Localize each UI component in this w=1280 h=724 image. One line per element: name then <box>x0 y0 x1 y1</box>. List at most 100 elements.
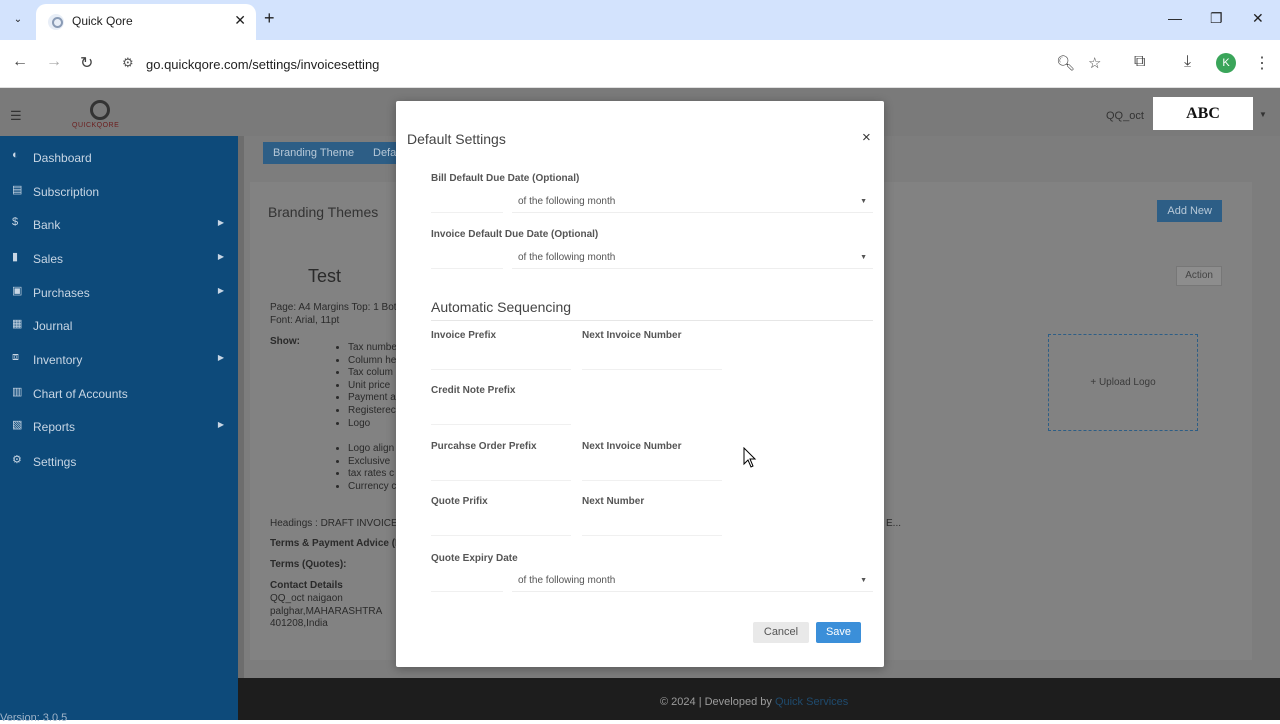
back-icon[interactable]: ← <box>12 53 28 71</box>
sidebar-item-label: Inventory <box>33 353 83 367</box>
po-next-input[interactable] <box>582 459 722 481</box>
company-dropdown-icon[interactable]: ▼ <box>1259 110 1267 119</box>
select-value: of the following month <box>518 575 616 586</box>
invoice-prefix-input[interactable] <box>431 348 571 370</box>
sidebar-item-label: Dashboard <box>33 151 92 165</box>
cancel-button[interactable]: Cancel <box>753 622 809 643</box>
site-favicon-icon <box>48 14 64 30</box>
sidebar-item-dashboard[interactable]: ◐ Dashboard <box>12 149 232 169</box>
upload-logo-area[interactable]: + Upload Logo <box>1048 334 1198 431</box>
footer: © 2024 | Developed by Quick Services <box>238 678 1280 720</box>
contact-line: palghar,MAHARASHTRA <box>270 606 383 617</box>
list-item: Unit price <box>348 380 397 393</box>
bar-chart-icon: ▮ <box>12 251 19 263</box>
inventory-icon: ⧈ <box>12 351 19 363</box>
quote-expiry-select[interactable]: of the following month ▼ <box>512 570 873 592</box>
show-list: Tax numbe Column he Tax colum Unit price… <box>338 342 397 430</box>
bill-due-select[interactable]: of the following month ▼ <box>512 191 873 213</box>
add-new-button[interactable]: Add New <box>1157 200 1222 222</box>
invoice-due-day-input[interactable] <box>431 247 503 269</box>
section-title: Automatic Sequencing <box>431 299 572 315</box>
list-item: Payment a <box>348 392 397 405</box>
user-name[interactable]: QQ_oct <box>1106 110 1144 122</box>
show-label: Show: <box>270 336 300 347</box>
font-settings-text: Font: Arial, 11pt <box>270 315 340 326</box>
extensions-icon[interactable]: ⧉ <box>1134 53 1145 71</box>
terms-payment-text: Terms & Payment Advice (I <box>270 538 398 549</box>
save-button[interactable]: Save <box>816 622 861 643</box>
dollar-icon: $ <box>12 216 19 228</box>
sidebar-item-settings[interactable]: ⚙ Settings <box>12 453 232 473</box>
url-field[interactable]: ⚙ go.quickqore.com/settings/invoicesetti… <box>112 46 1124 82</box>
new-tab-icon[interactable]: + <box>264 8 275 29</box>
browser-menu-icon[interactable]: ⋮ <box>1254 53 1270 73</box>
headings-tail-text: E... <box>886 518 902 529</box>
chevron-right-icon: ▶ <box>217 218 224 227</box>
minimize-icon[interactable]: — <box>1168 10 1182 26</box>
headings-text: Headings : DRAFT INVOICE, <box>270 518 401 529</box>
accounts-icon: ▥ <box>12 386 23 398</box>
tab-search-icon[interactable]: ⌄ <box>8 10 28 30</box>
quote-prefix-input[interactable] <box>431 514 571 536</box>
invoice-due-select[interactable]: of the following month ▼ <box>512 247 873 269</box>
list-item: Registerec <box>348 405 397 418</box>
sidebar-item-label: Purchases <box>33 286 90 300</box>
zoom-icon[interactable]: 🔍︎ <box>1056 54 1075 72</box>
quote-next-input[interactable] <box>582 514 722 536</box>
footer-copyright: © 2024 | Developed by <box>660 696 772 708</box>
sidebar-item-reports[interactable]: ▧ Reports ▶ <box>12 418 232 438</box>
download-icon[interactable]: ⤓ <box>1184 53 1191 71</box>
quote-prefix-label: Quote Prifix <box>431 496 488 507</box>
url-text[interactable]: go.quickqore.com/settings/invoicesetting <box>146 57 379 72</box>
bill-due-day-input[interactable] <box>431 191 503 213</box>
footer-link[interactable]: Quick Services <box>775 696 848 708</box>
site-info-icon[interactable]: ⚙ <box>122 55 134 71</box>
chevron-down-icon: ▼ <box>860 254 867 261</box>
gear-icon: ⚙ <box>12 454 22 466</box>
browser-tab-bar: ⌄ Quick Qore ✕ + — ❐ ✕ <box>0 0 1280 40</box>
tab-branding-theme[interactable]: Branding Theme <box>263 142 365 164</box>
chevron-right-icon: ▶ <box>217 353 224 362</box>
sidebar-item-subscription[interactable]: ▤ Subscription <box>12 183 232 203</box>
sidebar-item-purchases[interactable]: ▣ Purchases ▶ <box>12 284 232 304</box>
sidebar-item-bank[interactable]: $ Bank ▶ <box>12 216 232 236</box>
next-invoice-label: Next Invoice Number <box>582 330 682 341</box>
window-close-icon[interactable]: ✕ <box>1252 10 1264 27</box>
list-item: Tax colum <box>348 367 397 380</box>
sidebar-item-chart-of-accounts[interactable]: ▥ Chart of Accounts <box>12 385 232 405</box>
chevron-right-icon: ▶ <box>217 252 224 261</box>
company-badge[interactable]: ABC <box>1153 97 1253 130</box>
restore-icon[interactable]: ❐ <box>1210 10 1223 27</box>
forward-icon[interactable]: → <box>46 53 62 71</box>
invoice-due-label: Invoice Default Due Date (Optional) <box>431 229 599 240</box>
dashboard-icon: ◐ <box>12 149 19 161</box>
tab-close-icon[interactable]: ✕ <box>234 12 246 29</box>
next-invoice-input[interactable] <box>582 348 722 370</box>
logo-q-mark <box>90 100 110 120</box>
browser-tab[interactable]: Quick Qore ✕ <box>36 4 256 40</box>
close-icon[interactable]: × <box>862 129 871 146</box>
list-item: Logo <box>348 418 397 431</box>
version-label: Version: 3.0.5 <box>0 712 68 724</box>
footer-text: © 2024 | Developed by Quick Services <box>660 696 848 708</box>
app-logo[interactable]: QUICKQORE <box>70 100 132 130</box>
reload-icon[interactable]: ↻ <box>80 53 93 73</box>
sidebar-item-label: Bank <box>33 218 61 232</box>
bill-due-label: Bill Default Due Date (Optional) <box>431 173 580 184</box>
logo-text: QUICKQORE <box>72 122 120 129</box>
page-settings-text: Page: A4 Margins Top: 1 Bot <box>270 302 397 313</box>
hamburger-menu-icon[interactable]: ☰ <box>10 108 22 124</box>
action-button[interactable]: Action <box>1176 266 1222 286</box>
sidebar-item-journal[interactable]: ▦ Journal <box>12 317 232 337</box>
tab-default-settings[interactable]: Defa <box>362 142 396 164</box>
sidebar-item-sales[interactable]: ▮ Sales ▶ <box>12 250 232 270</box>
bookmark-star-icon[interactable]: ☆ <box>1088 54 1101 72</box>
quote-expiry-day-input[interactable] <box>431 570 503 592</box>
profile-avatar[interactable]: K <box>1216 53 1236 73</box>
sidebar-item-inventory[interactable]: ⧈ Inventory ▶ <box>12 351 232 371</box>
address-bar-row: ← → ↻ ⚙ go.quickqore.com/settings/invoic… <box>0 40 1280 88</box>
chevron-right-icon: ▶ <box>217 286 224 295</box>
credit-note-input[interactable] <box>431 403 571 425</box>
po-prefix-input[interactable] <box>431 459 571 481</box>
theme-name: Test <box>308 266 342 286</box>
